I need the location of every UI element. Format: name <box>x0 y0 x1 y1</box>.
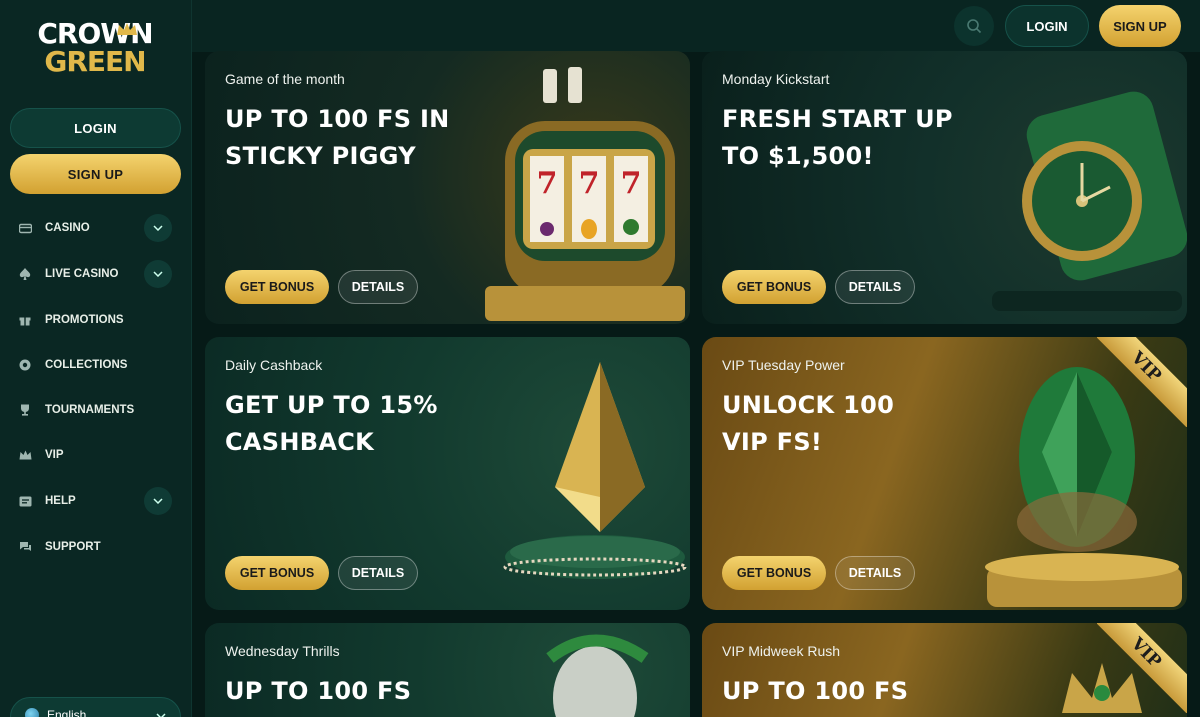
sidebar-item-help[interactable]: HELP <box>18 486 176 516</box>
get-bonus-button[interactable]: GET BONUS <box>722 270 826 304</box>
globe-icon <box>25 708 39 717</box>
chevron-down-icon[interactable] <box>144 214 172 242</box>
get-bonus-button[interactable]: GET BONUS <box>225 270 329 304</box>
logo-line1: CROWN <box>37 17 153 50</box>
promo-card-vip-tuesday[interactable]: VIP VIP Tuesday Power UNLOCK 100 VIP FS!… <box>702 337 1187 610</box>
chip-icon <box>18 358 32 372</box>
promo-title: UP TO 100 FS <box>722 677 909 705</box>
sidebar-item-label: LIVE CASINO <box>45 268 119 280</box>
promo-card-sticky-piggy[interactable]: 7 7 7 Game of the month UP TO 100 FS IN … <box>205 51 690 324</box>
promo-subtitle: Wednesday Thrills <box>225 643 340 659</box>
sidebar-item-support[interactable]: SUPPORT <box>18 532 176 562</box>
details-button[interactable]: DETAILS <box>338 270 418 304</box>
sidebar-item-label: SUPPORT <box>45 541 101 553</box>
help-icon <box>18 494 32 508</box>
details-button[interactable]: DETAILS <box>338 556 418 590</box>
promo-card-daily-cashback[interactable]: Daily Cashback GET UP TO 15% CASHBACK GE… <box>205 337 690 610</box>
statue-image <box>546 634 649 717</box>
promo-title: UP TO 100 FS IN STICKY PIGGY <box>225 105 450 170</box>
promo-title: UNLOCK 100 VIP FS! <box>722 391 895 456</box>
promo-title: FRESH START UP TO $1,500! <box>722 105 953 170</box>
header-signup-button[interactable]: SIGN UP <box>1099 5 1181 47</box>
crystal-image <box>503 362 687 579</box>
get-bonus-button[interactable]: GET BONUS <box>722 556 826 590</box>
promo-card-wednesday-thrills[interactable]: Wednesday Thrills UP TO 100 FS <box>205 623 690 717</box>
svg-text:7: 7 <box>579 166 600 201</box>
sidebar-item-promotions[interactable]: PROMOTIONS <box>18 305 176 335</box>
vip-ribbon: VIP <box>1097 623 1187 713</box>
search-button[interactable] <box>954 6 994 46</box>
promo-title: GET UP TO 15% CASHBACK <box>225 391 438 456</box>
svg-text:7: 7 <box>537 166 558 201</box>
chevron-down-icon[interactable] <box>144 487 172 515</box>
promo-subtitle: Daily Cashback <box>225 357 323 373</box>
chat-icon <box>18 540 32 554</box>
sidebar-item-label: TOURNAMENTS <box>45 404 135 416</box>
chevron-down-icon <box>156 708 166 717</box>
watch-image <box>992 91 1187 311</box>
crown-icon <box>117 23 137 35</box>
promo-card-vip-midweek[interactable]: VIP VIP Midweek Rush UP TO 100 FS <box>702 623 1187 717</box>
sidebar-item-label: VIP <box>45 449 64 461</box>
language-label: English <box>47 708 87 717</box>
sidebar-item-live-casino[interactable]: LIVE CASINO <box>18 259 176 289</box>
logo[interactable]: CROWN GREEN <box>30 20 160 80</box>
chevron-down-icon[interactable] <box>144 260 172 288</box>
trophy-icon <box>18 403 32 417</box>
promo-subtitle: VIP Tuesday Power <box>722 357 845 373</box>
header-login-button[interactable]: LOGIN <box>1005 5 1089 47</box>
sidebar: CROWN GREEN LOGIN SIGN UP CASINO LIVE CA… <box>0 0 192 717</box>
sidebar-item-collections[interactable]: COLLECTIONS <box>18 350 176 380</box>
promo-subtitle: Game of the month <box>225 71 345 87</box>
vip-ribbon: VIP <box>1097 337 1187 427</box>
sidebar-item-tournaments[interactable]: TOURNAMENTS <box>18 395 176 425</box>
sidebar-item-casino[interactable]: CASINO <box>18 213 176 243</box>
gift-icon <box>18 313 32 327</box>
details-button[interactable]: DETAILS <box>835 556 915 590</box>
promo-card-monday-kickstart[interactable]: Monday Kickstart FRESH START UP TO $1,50… <box>702 51 1187 324</box>
promo-subtitle: Monday Kickstart <box>722 71 830 87</box>
vip-badge: VIP <box>1097 337 1187 427</box>
card-icon <box>18 221 32 235</box>
sidebar-item-vip[interactable]: VIP <box>18 440 176 470</box>
svg-text:7: 7 <box>621 166 642 201</box>
vip-badge: VIP <box>1097 623 1187 713</box>
sidebar-item-label: CASINO <box>45 222 90 234</box>
language-select[interactable]: English <box>10 697 181 717</box>
sidebar-item-label: COLLECTIONS <box>45 359 128 371</box>
sidebar-login-button[interactable]: LOGIN <box>10 108 181 148</box>
promo-subtitle: VIP Midweek Rush <box>722 643 841 659</box>
sidebar-signup-button[interactable]: SIGN UP <box>10 154 181 194</box>
details-button[interactable]: DETAILS <box>835 270 915 304</box>
sidebar-item-label: HELP <box>45 495 76 507</box>
spade-icon <box>18 267 32 281</box>
get-bonus-button[interactable]: GET BONUS <box>225 556 329 590</box>
crown-icon <box>18 448 32 462</box>
promo-title: UP TO 100 FS <box>225 677 412 705</box>
slot-machine-image: 7 7 7 <box>485 67 685 321</box>
logo-line2: GREEN <box>44 45 146 78</box>
search-icon <box>967 19 982 34</box>
sidebar-item-label: PROMOTIONS <box>45 314 124 326</box>
